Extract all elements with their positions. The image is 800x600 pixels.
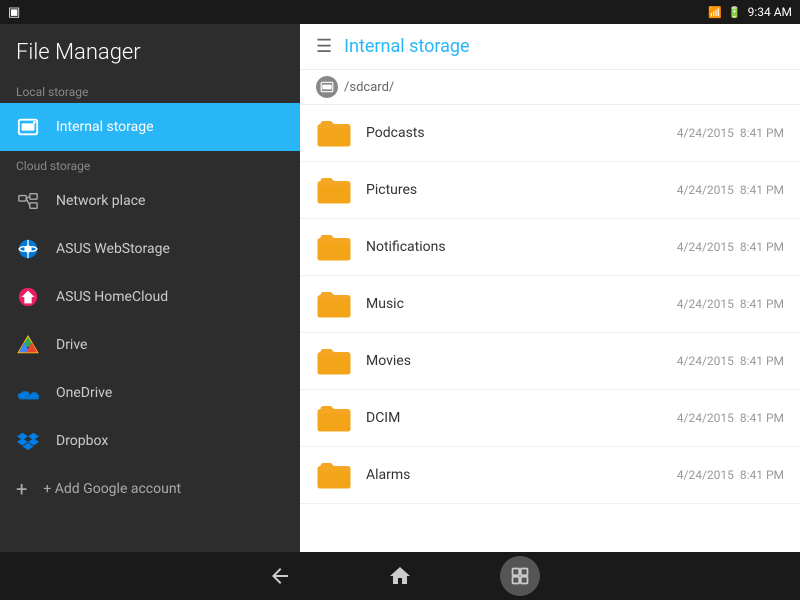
wifi-icon: 📶 [708, 6, 722, 19]
table-row[interactable]: Music 4/24/2015 8:41 PM [300, 276, 800, 333]
drive-label: Drive [56, 337, 87, 353]
status-bar-right: 📶 🔋 9:34 AM [708, 5, 792, 19]
drive-icon [16, 333, 40, 357]
recents-button[interactable] [500, 556, 540, 596]
time-display: 9:34 AM [748, 5, 792, 19]
add-account-label: + Add Google account [43, 481, 181, 497]
asus-webstorage-label: ASUS WebStorage [56, 241, 170, 257]
table-row[interactable]: Alarms 4/24/2015 8:41 PM [300, 447, 800, 504]
file-name: DCIM [366, 410, 663, 426]
sidebar-item-dropbox[interactable]: Dropbox [0, 417, 300, 465]
file-name: Alarms [366, 467, 663, 483]
folder-icon [316, 115, 352, 151]
asus-homecloud-label: ASUS HomeCloud [56, 289, 168, 305]
file-date: 4/24/2015 8:41 PM [677, 468, 784, 482]
back-button[interactable] [260, 556, 300, 596]
folder-icon [316, 286, 352, 322]
file-name: Notifications [366, 239, 663, 255]
file-date: 4/24/2015 8:41 PM [677, 411, 784, 425]
add-google-account-item[interactable]: + + Add Google account [0, 465, 300, 513]
sidebar-item-asus-home[interactable]: ASUS HomeCloud [0, 273, 300, 321]
content-title: Internal storage [344, 36, 469, 57]
file-list: Podcasts 4/24/2015 8:41 PM Pictures 4/24… [300, 105, 800, 552]
onedrive-icon [16, 381, 40, 405]
table-row[interactable]: Pictures 4/24/2015 8:41 PM [300, 162, 800, 219]
hamburger-icon[interactable]: ☰ [316, 36, 332, 57]
file-date: 4/24/2015 8:41 PM [677, 240, 784, 254]
dropbox-icon [16, 429, 40, 453]
add-account-icon: + [16, 477, 27, 501]
folder-icon [316, 172, 352, 208]
breadcrumb-icon [316, 76, 338, 98]
cloud-storage-label: Cloud storage [0, 151, 300, 177]
folder-icon [316, 457, 352, 493]
internal-storage-icon [16, 115, 40, 139]
table-row[interactable]: Movies 4/24/2015 8:41 PM [300, 333, 800, 390]
asus-homecloud-icon [16, 285, 40, 309]
table-row[interactable]: DCIM 4/24/2015 8:41 PM [300, 390, 800, 447]
sidebar-item-drive[interactable]: Drive [0, 321, 300, 369]
sidebar-item-network[interactable]: Network place [0, 177, 300, 225]
dropbox-label: Dropbox [56, 433, 108, 449]
sidebar-item-asus-web[interactable]: ASUS WebStorage [0, 225, 300, 273]
app-title: File Manager [0, 24, 300, 77]
folder-icon [316, 229, 352, 265]
status-bar: ▣ 📶 🔋 9:34 AM [0, 0, 800, 24]
app-status-icon: ▣ [8, 5, 20, 20]
main-layout: File Manager Local storage Internal stor… [0, 24, 800, 552]
network-place-icon [16, 189, 40, 213]
breadcrumb: /sdcard/ [300, 70, 800, 105]
file-name: Podcasts [366, 125, 663, 141]
content-header: ☰ Internal storage [300, 24, 800, 70]
breadcrumb-text: /sdcard/ [344, 80, 394, 95]
sidebar-item-onedrive[interactable]: OneDrive [0, 369, 300, 417]
file-name: Music [366, 296, 663, 312]
file-date: 4/24/2015 8:41 PM [677, 126, 784, 140]
status-bar-left: ▣ [8, 5, 20, 20]
file-date: 4/24/2015 8:41 PM [677, 183, 784, 197]
file-date: 4/24/2015 8:41 PM [677, 297, 784, 311]
internal-storage-label: Internal storage [56, 119, 154, 135]
folder-icon [316, 400, 352, 436]
network-place-label: Network place [56, 193, 145, 209]
battery-icon: 🔋 [728, 6, 742, 19]
folder-icon [316, 343, 352, 379]
file-date: 4/24/2015 8:41 PM [677, 354, 784, 368]
nav-bar [0, 552, 800, 600]
file-name: Pictures [366, 182, 663, 198]
table-row[interactable]: Podcasts 4/24/2015 8:41 PM [300, 105, 800, 162]
sidebar-item-internal[interactable]: Internal storage [0, 103, 300, 151]
sidebar: File Manager Local storage Internal stor… [0, 24, 300, 552]
asus-webstorage-icon [16, 237, 40, 261]
content-area: ☰ Internal storage /sdcard/ Podcasts 4/2… [300, 24, 800, 552]
local-storage-label: Local storage [0, 77, 300, 103]
table-row[interactable]: Notifications 4/24/2015 8:41 PM [300, 219, 800, 276]
onedrive-label: OneDrive [56, 385, 112, 401]
file-name: Movies [366, 353, 663, 369]
home-button[interactable] [380, 556, 420, 596]
